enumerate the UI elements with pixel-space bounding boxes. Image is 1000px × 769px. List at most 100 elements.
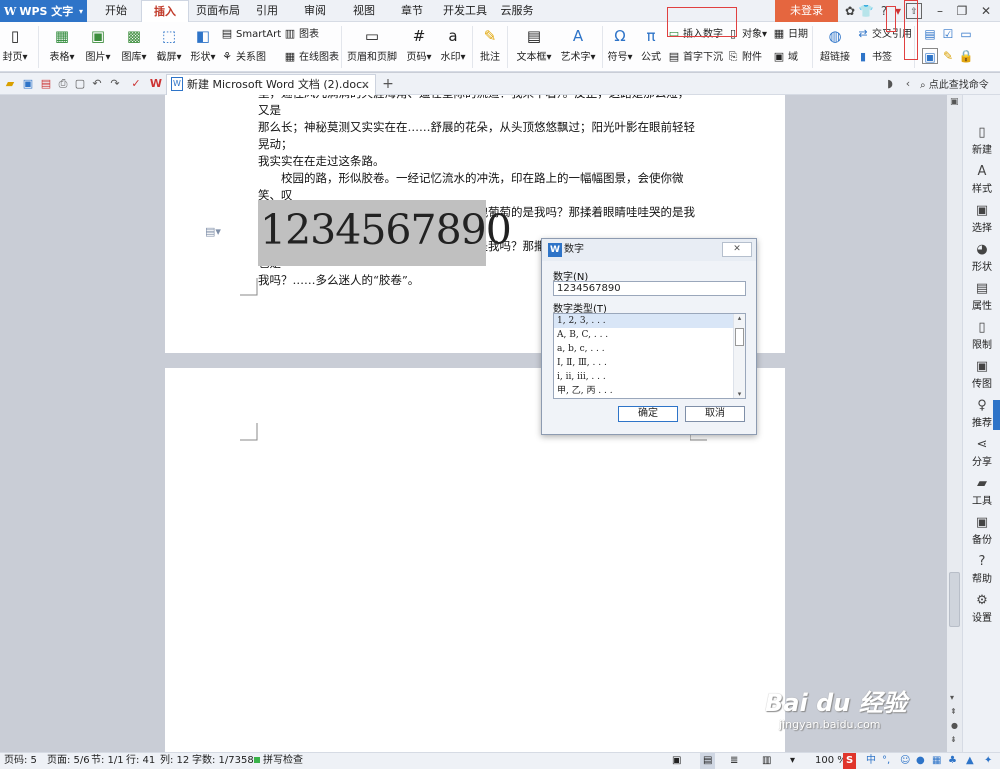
emoji-icon[interactable]: ☺ xyxy=(900,753,910,769)
window-icon[interactable]: ▣ xyxy=(922,48,938,64)
undo-icon[interactable]: ↶ xyxy=(89,76,105,92)
ruler-toggle-icon[interactable]: ▣ xyxy=(950,97,959,107)
restore-icon[interactable]: ❐ xyxy=(954,3,970,19)
field-button[interactable]: ▣ 域 xyxy=(772,49,798,65)
smartart-button[interactable]: ▤ SmartArt xyxy=(220,26,281,42)
list-item[interactable]: a, b, c, . . . xyxy=(554,342,745,356)
symbol-button[interactable]: Ω 符号▾ xyxy=(604,24,636,70)
online-chart-button[interactable]: ▦ 在线图表 xyxy=(283,49,339,65)
spell-check-toggle[interactable]: 拼写检查 xyxy=(254,753,303,769)
pane-properties[interactable]: ▤ 属性 xyxy=(963,281,1000,312)
status-pages[interactable]: 页面: 5/6 xyxy=(47,753,90,769)
document-workspace[interactable]: 里，遮住风儿满满的天涯海角、遥在星际的流道！我来不着）。反正，这路是那么短，又是… xyxy=(0,95,947,752)
close-icon[interactable]: ✕ xyxy=(722,242,752,257)
select-browse-icon[interactable]: ● xyxy=(951,721,958,730)
document-tab[interactable]: W 新建 Microsoft Word 文档 (2).docx * × xyxy=(166,74,376,111)
cover-page-button[interactable]: ▯ 封页▾ xyxy=(0,24,34,70)
number-input[interactable]: 1234567890 xyxy=(553,281,746,296)
view-icon[interactable]: ▣ xyxy=(672,753,681,769)
number-type-list[interactable]: 1, 2, 3, . . . A, B, C, . . . a, b, c, .… xyxy=(553,313,746,399)
list-item[interactable]: 甲, 乙, 丙 . . . xyxy=(554,384,745,398)
pane-style[interactable]: A 样式 xyxy=(963,164,1000,195)
tab-home[interactable]: 开始 xyxy=(96,0,136,22)
watermark-button[interactable]: a 水印▾ xyxy=(436,24,470,70)
keyboard-icon[interactable]: ▦ xyxy=(932,753,941,769)
web-view-icon[interactable]: ▥ xyxy=(762,753,771,769)
paragraph-marker-icon[interactable]: ▤▾ xyxy=(205,225,221,238)
tab-page-layout[interactable]: 页面布局 xyxy=(193,0,243,22)
tab-view[interactable]: 视图 xyxy=(346,0,382,22)
date-button[interactable]: ▦ 日期 xyxy=(772,26,808,42)
picture-button[interactable]: ▣ 图片▾ xyxy=(80,24,116,70)
pane-help[interactable]: ? 帮助 xyxy=(963,554,1000,585)
command-search[interactable]: ⌕ 点此查找命令 xyxy=(920,76,989,91)
ime-chinese-icon[interactable]: 中 xyxy=(866,753,876,769)
textbox-button[interactable]: ▤ 文本框▾ xyxy=(512,24,556,70)
page-number-button[interactable]: # 页码▾ xyxy=(402,24,436,70)
list-item[interactable]: Ⅰ, Ⅱ, Ⅲ, . . . xyxy=(554,356,745,370)
page-view-icon[interactable]: ▤ xyxy=(700,753,716,769)
scrollbar-thumb[interactable] xyxy=(949,572,960,627)
cancel-button[interactable]: 取消 xyxy=(685,406,745,422)
attachment-button[interactable]: ⎘ 附件 xyxy=(726,49,762,65)
chart-button[interactable]: ▥ 图表 xyxy=(283,26,319,42)
minimize-icon[interactable]: – xyxy=(932,3,948,19)
gallery-button[interactable]: ▩ 图库▾ xyxy=(116,24,152,70)
pdf-icon[interactable]: ▤ xyxy=(38,76,54,92)
list-item[interactable]: A, B, C, . . . xyxy=(554,328,745,342)
chevron-down-icon[interactable]: ▾ xyxy=(890,3,906,19)
pane-shape[interactable]: ◕ 形状 xyxy=(963,242,1000,273)
cross-reference-button[interactable]: ⇄ 交叉引用 xyxy=(856,26,912,42)
status-page[interactable]: 页码: 5 xyxy=(4,753,37,769)
list-item[interactable]: 1, 2, 3, . . . xyxy=(554,314,745,328)
dialog-title-bar[interactable]: W 数字 ✕ xyxy=(542,239,756,261)
print-icon[interactable]: ⎙ xyxy=(55,76,71,92)
lock-icon[interactable]: 🔒 xyxy=(958,48,974,64)
selected-number-text[interactable]: 1234567890 xyxy=(258,200,512,266)
upload-icon[interactable]: ⇧ xyxy=(906,3,922,19)
customize-icon[interactable]: ✓ xyxy=(128,76,144,92)
skin-icon[interactable]: ✿ xyxy=(842,3,858,19)
eraser-icon[interactable]: ✎ xyxy=(940,48,956,64)
new-tab-icon[interactable]: + xyxy=(380,76,396,92)
pane-new[interactable]: ▯ 新建 xyxy=(963,125,1000,156)
close-icon[interactable]: ✕ xyxy=(978,3,994,19)
document-icon[interactable]: ▤ xyxy=(922,26,938,42)
share-doc-icon[interactable]: ◗ xyxy=(882,76,898,92)
pane-settings[interactable]: ⚙ 设置 xyxy=(963,593,1000,624)
hyperlink-button[interactable]: ◍ 超链接 xyxy=(816,24,854,70)
vertical-scrollbar[interactable]: ▣ ▾ ⇞ ● ⇟ xyxy=(947,95,962,752)
status-word-count[interactable]: 字数: 1/7358 xyxy=(192,753,254,769)
checkbox-icon[interactable]: ☑ xyxy=(940,26,956,42)
pane-backup[interactable]: ▣ 备份 xyxy=(963,515,1000,546)
zoom-menu-icon[interactable]: ▾ xyxy=(790,753,795,769)
chevron-left-icon[interactable]: ‹ xyxy=(900,76,916,92)
formula-button[interactable]: π 公式 xyxy=(636,24,666,70)
print-preview-icon[interactable]: ▢ xyxy=(72,76,88,92)
wps-doc-icon[interactable]: W xyxy=(148,76,164,92)
tab-cloud[interactable]: 云服务 xyxy=(497,0,537,22)
chevron-down-icon[interactable]: ▾ xyxy=(734,390,745,398)
bookmark-button[interactable]: ▮ 书签 xyxy=(856,49,892,65)
ime-logo-icon[interactable]: S xyxy=(843,753,857,769)
tab-developer[interactable]: 开发工具 xyxy=(440,0,490,22)
chevron-up-icon[interactable]: ▴ xyxy=(734,314,745,322)
wordart-button[interactable]: A 艺术字▾ xyxy=(556,24,600,70)
wrench-icon[interactable]: ✦ xyxy=(984,753,992,769)
pane-upload-image[interactable]: ▣ 传图 xyxy=(963,359,1000,390)
folder-icon[interactable]: ▰ xyxy=(2,76,18,92)
drop-cap-button[interactable]: ▤ 首字下沉 xyxy=(667,49,723,65)
list-scrollbar[interactable]: ▴ ▾ xyxy=(733,314,745,398)
tab-references[interactable]: 引用 xyxy=(249,0,285,22)
form-icon[interactable]: ▭ xyxy=(958,26,974,42)
screenshot-button[interactable]: ⬚ 截屏▾ xyxy=(152,24,186,70)
shape-button[interactable]: ◧ 形状▾ xyxy=(186,24,220,70)
outline-view-icon[interactable]: ≣ xyxy=(730,753,738,769)
pane-select[interactable]: ▣ 选择 xyxy=(963,203,1000,234)
microphone-icon[interactable]: ● xyxy=(916,753,925,769)
pane-share[interactable]: ⋖ 分享 xyxy=(963,437,1000,468)
prev-page-icon[interactable]: ⇞ xyxy=(950,707,957,716)
tab-insert[interactable]: 插入 xyxy=(141,0,189,22)
list-item[interactable]: i, ii, iii, . . . xyxy=(554,370,745,384)
pane-tools[interactable]: ▰ 工具 xyxy=(963,476,1000,507)
